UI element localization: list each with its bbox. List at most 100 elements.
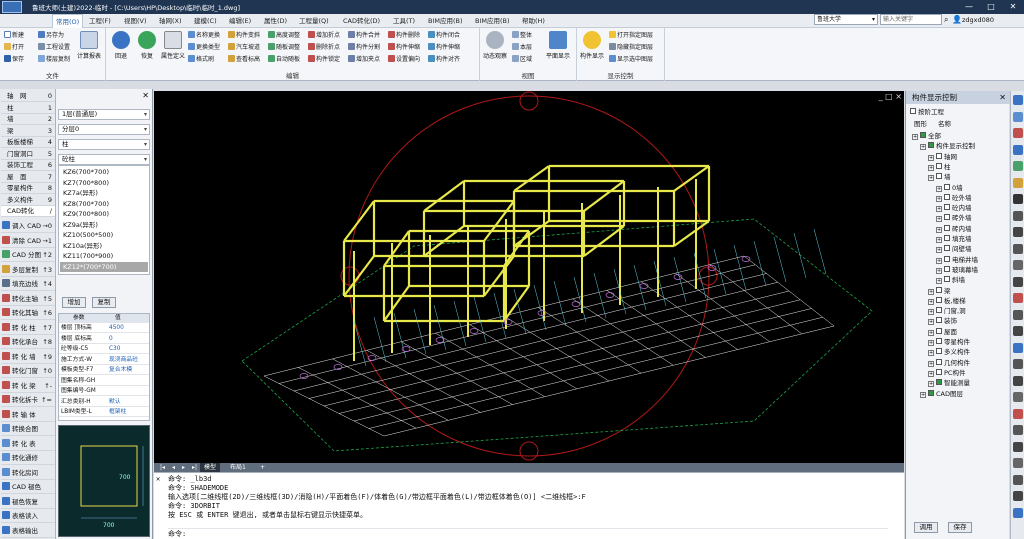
- category-item[interactable]: 屋 面 7: [1, 172, 55, 183]
- edit-tool-button[interactable]: 高度调整: [268, 31, 300, 41]
- expand-icon[interactable]: +: [928, 298, 934, 305]
- checkbox-icon[interactable]: [928, 389, 934, 396]
- cad-tool-item[interactable]: 褪色恢复: [1, 495, 55, 509]
- checkbox-icon[interactable]: [944, 245, 950, 252]
- orbit-handle-bottom[interactable]: [519, 441, 539, 461]
- expand-icon[interactable]: +: [928, 381, 934, 388]
- layer-select[interactable]: 分层0 ▾: [58, 124, 150, 135]
- category-item[interactable]: 板板楼梯 4: [1, 137, 55, 148]
- floor-select[interactable]: 1层(普通层) ▾: [58, 109, 150, 120]
- tool-icon[interactable]: [1013, 177, 1023, 188]
- expand-icon[interactable]: +: [928, 309, 934, 316]
- expand-icon[interactable]: +: [928, 340, 934, 346]
- checkbox-icon[interactable]: [936, 286, 942, 293]
- menu-item-cad[interactable]: CAD转化(D): [340, 14, 383, 28]
- expand-icon[interactable]: +: [928, 175, 934, 182]
- checkbox-icon[interactable]: [928, 142, 934, 149]
- edit-tool-button[interactable]: 删除折点: [308, 43, 340, 53]
- element-list[interactable]: KZ6(700*700) KZ7(700*800) KZ7a(异形) KZ8(700*…: [58, 165, 150, 275]
- expand-icon[interactable]: +: [912, 134, 918, 140]
- menu-item-bim[interactable]: BIM应用(B): [425, 14, 466, 28]
- menu-item-property[interactable]: 属性(D): [261, 14, 290, 28]
- user-icon[interactable]: 👤: [952, 15, 962, 24]
- element-item[interactable]: KZ8(700*700): [60, 199, 148, 209]
- tool-icon[interactable]: [1013, 260, 1023, 270]
- tool-icon[interactable]: [1013, 392, 1023, 402]
- category-item[interactable]: 装饰工程 6: [1, 160, 55, 171]
- tree-node[interactable]: + 板,楼梯: [928, 296, 966, 306]
- category-item[interactable]: CAD转化 /: [1, 206, 55, 217]
- property-row[interactable]: 楼层 底标高 0: [59, 335, 149, 344]
- save-as-button[interactable]: 另存为: [38, 31, 64, 41]
- tree-node[interactable]: + 砖外墙: [936, 213, 972, 223]
- checkbox-icon[interactable]: [944, 183, 950, 190]
- cad-tool-item[interactable]: 多层复制 ↑3: [1, 263, 55, 277]
- tree-node[interactable]: + 斜墙: [936, 275, 965, 285]
- element-item[interactable]: KZ7(700*800): [60, 178, 148, 188]
- property-row[interactable]: LBIM类型-L 框架柱: [59, 408, 149, 417]
- tool-icon[interactable]: [1013, 474, 1023, 485]
- tree-node[interactable]: + 全部: [912, 131, 941, 141]
- menu-item-help[interactable]: 帮助(H): [519, 14, 548, 28]
- tool-icon[interactable]: [1013, 95, 1023, 105]
- checkbox-icon[interactable]: [936, 296, 942, 303]
- menu-item-bim2[interactable]: BIM应用(B): [472, 14, 513, 28]
- tool-icon[interactable]: [1013, 210, 1023, 221]
- by-stage-checkbox[interactable]: 按阶工程: [910, 107, 944, 117]
- edit-tool-button[interactable]: 构件删除: [388, 31, 420, 41]
- tool-icon[interactable]: [1013, 326, 1023, 336]
- tree-node[interactable]: + 砖内墙: [936, 224, 972, 234]
- tree-node[interactable]: + 智能测量: [928, 378, 970, 388]
- expand-icon[interactable]: +: [928, 370, 934, 377]
- tree-node[interactable]: + 填充墙: [936, 234, 972, 244]
- property-row[interactable]: 砼等级-C5 C30: [59, 345, 149, 354]
- menu-item-edit[interactable]: 编辑(E): [226, 14, 254, 28]
- menu-item-common[interactable]: 常用(O): [52, 14, 84, 28]
- tab-layout1[interactable]: 布局1: [226, 463, 250, 472]
- expand-icon[interactable]: +: [928, 154, 934, 161]
- cad-tool-item[interactable]: 表格读入: [1, 509, 55, 523]
- tool-icon[interactable]: [1013, 408, 1023, 419]
- tool-icon[interactable]: [1013, 458, 1023, 468]
- checkbox-icon[interactable]: [944, 235, 950, 241]
- checkbox-icon[interactable]: [920, 132, 926, 138]
- edit-tool-button[interactable]: 更换类型: [188, 43, 220, 53]
- tool-icon[interactable]: [1013, 194, 1023, 204]
- cad-tool-item[interactable]: 转化其轴 ↑6: [1, 306, 55, 320]
- undo-button[interactable]: 回退: [108, 30, 134, 66]
- component-display-button[interactable]: 构件显示: [579, 30, 605, 66]
- element-item[interactable]: KZ11(700*900): [60, 251, 148, 261]
- tree-node[interactable]: + 装饰: [928, 316, 957, 326]
- whole-button[interactable]: 整体: [512, 31, 532, 41]
- tree-node[interactable]: + 柱: [928, 162, 951, 172]
- tree-node[interactable]: + CAD图层: [920, 389, 963, 399]
- user-name[interactable]: zdgxd080: [962, 16, 994, 24]
- checkbox-icon[interactable]: [936, 173, 942, 180]
- close-icon[interactable]: ✕: [999, 91, 1006, 104]
- expand-icon[interactable]: +: [928, 164, 934, 171]
- edit-tool-button[interactable]: 格式刷: [188, 55, 214, 65]
- tree-node[interactable]: + 构件显示控制: [920, 141, 975, 151]
- edit-tool-button[interactable]: 随板调整: [268, 43, 300, 53]
- search-icon[interactable]: ⌕: [944, 15, 948, 25]
- expand-icon[interactable]: +: [936, 185, 942, 192]
- edit-tool-button[interactable]: 查看标高: [228, 55, 260, 65]
- category-item[interactable]: 墙2: [1, 114, 55, 125]
- checkbox-icon[interactable]: [936, 358, 942, 365]
- menu-item-tools[interactable]: 工具(T): [390, 14, 418, 28]
- tool-icon[interactable]: [1013, 425, 1023, 435]
- checkbox-icon[interactable]: [936, 152, 942, 159]
- tool-icon[interactable]: [1013, 144, 1023, 155]
- checkbox-icon[interactable]: [944, 193, 950, 200]
- element-item[interactable]: KZ12*(700*700): [60, 261, 148, 272]
- edit-tool-button[interactable]: 构件变斜: [228, 31, 260, 41]
- edit-tool-button[interactable]: 设置偏向: [388, 55, 420, 65]
- plan-display-button[interactable]: 平面显示: [542, 30, 574, 66]
- checkbox-icon[interactable]: [936, 162, 942, 169]
- expand-icon[interactable]: +: [936, 267, 942, 274]
- tree-node[interactable]: + 零星构件: [928, 337, 970, 347]
- checkbox-icon[interactable]: [944, 255, 950, 262]
- edit-tool-button[interactable]: 构件闭合: [428, 31, 460, 41]
- tool-icon[interactable]: [1013, 111, 1023, 122]
- element-item[interactable]: KZ9a(异形): [60, 220, 148, 230]
